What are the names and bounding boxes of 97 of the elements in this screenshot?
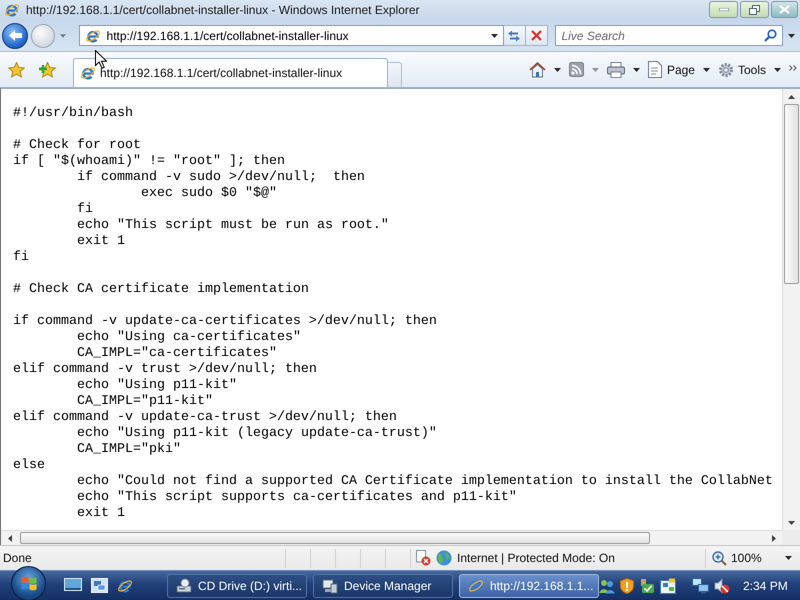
code-line: fi — [13, 250, 29, 266]
caret-icon[interactable] — [632, 68, 640, 72]
up-arrow-icon[interactable] — [788, 94, 795, 98]
page-icon — [648, 61, 663, 78]
caret-icon — [788, 34, 796, 38]
address-bar[interactable]: http://192.168.1.1/cert/collabnet-installer-linux — [78, 25, 504, 46]
close-icon — [779, 5, 790, 14]
refresh-icon — [507, 30, 522, 42]
caret-icon[interactable] — [785, 556, 792, 560]
code-line: #!/usr/bin/bash — [13, 106, 133, 122]
browser-logo-icon — [80, 65, 96, 81]
back-button[interactable] — [2, 22, 28, 48]
scrollbar-thumb[interactable] — [784, 104, 799, 284]
caret-icon[interactable] — [490, 34, 498, 38]
home-icon[interactable] — [528, 62, 546, 78]
code-line: elif command -v update-ca-trust >/dev/null; then — [13, 410, 397, 426]
code-line: fi — [77, 202, 93, 218]
code-line: exit 1 — [77, 506, 125, 522]
switch-windows-icon[interactable] — [91, 578, 108, 593]
gear-icon — [718, 62, 734, 78]
scrollbar-corner — [782, 530, 800, 545]
stop-icon — [531, 30, 542, 41]
stop-button[interactable] — [526, 25, 548, 46]
window-title: http://192.168.1.1/cert/collabnet-installer-linux - Windows Internet Explorer — [26, 3, 421, 17]
code-line: # Check CA certificate implementation — [13, 282, 309, 298]
search-icon[interactable] — [764, 29, 778, 42]
down-arrow-icon[interactable] — [788, 520, 795, 524]
address-input[interactable]: http://192.168.1.1/cert/collabnet-installer-linux — [106, 28, 485, 42]
code-line: echo "Using ca-certificates" — [77, 330, 301, 346]
code-line: echo "This script must be run as root." — [77, 218, 389, 234]
blocked-page-icon[interactable] — [415, 550, 431, 566]
caret-icon[interactable] — [554, 68, 561, 72]
right-arrow-icon[interactable] — [772, 534, 776, 542]
windows-logo-icon — [20, 576, 36, 591]
left-arrow-icon[interactable] — [8, 534, 12, 542]
volume-muted-icon[interactable] — [714, 578, 730, 594]
start-button[interactable] — [11, 566, 46, 600]
clock-text: 2:34 PM — [743, 578, 788, 592]
caret-icon[interactable] — [702, 68, 710, 72]
code-line: elif command -v trust >/dev/null; then — [13, 362, 317, 378]
search-input[interactable]: Live Search — [561, 28, 758, 42]
add-star-icon[interactable] — [39, 62, 57, 78]
restore-icon — [749, 4, 760, 14]
star-icon[interactable] — [8, 62, 25, 78]
code-line: if command -v sudo >/dev/null; then — [77, 170, 365, 186]
chevron-icon[interactable] — [789, 65, 797, 71]
check-icon[interactable] — [639, 578, 655, 594]
caret-icon[interactable] — [774, 68, 781, 72]
code-line: echo "This script supports ca-certificates and p11-kit" — [77, 490, 517, 506]
code-line: else — [13, 458, 45, 474]
refresh-button[interactable] — [504, 25, 526, 46]
horizontal-scrollbar[interactable] — [1, 530, 782, 545]
printer-icon[interactable] — [606, 62, 625, 78]
search-bar[interactable]: Live Search — [555, 25, 784, 46]
browser-tab[interactable]: http://192.168.1.1/cert/collabnet-installer-linux — [73, 58, 388, 87]
code-line: exit 1 — [77, 234, 125, 250]
scrollbar-thumb[interactable] — [20, 532, 650, 544]
code-line: # Check for root — [13, 138, 141, 154]
network-icon[interactable] — [692, 578, 709, 594]
browser-logo-icon — [117, 578, 133, 594]
feed-icon[interactable] — [568, 62, 584, 77]
shield-warning-icon[interactable] — [620, 578, 634, 594]
people-icon[interactable] — [599, 578, 615, 594]
code-line: exec sudo $0 "$@" — [141, 186, 277, 202]
app-window-icon[interactable] — [660, 578, 676, 594]
globe-icon — [436, 550, 452, 566]
browser-logo-icon — [468, 578, 484, 594]
computer-icon — [322, 578, 338, 594]
security-zone-text: Internet | Protected Mode: On — [457, 551, 615, 565]
taskbar-button[interactable]: CD Drive (D:) virti... — [167, 574, 307, 598]
status-text: Done — [2, 551, 33, 565]
zoom-button[interactable]: 100% — [712, 550, 762, 566]
vertical-scrollbar[interactable] — [782, 89, 800, 530]
drive-icon — [176, 578, 192, 594]
browser-logo-icon — [4, 2, 20, 18]
caret-icon — [60, 34, 66, 38]
code-line: echo "Using p11-kit" — [77, 378, 237, 394]
code-line: echo "Using p11-kit (legacy update-ca-trust)" — [77, 426, 437, 442]
minimize-button[interactable] — [709, 1, 738, 18]
code-line: if command -v update-ca-certificates >/dev/null; then — [13, 314, 437, 330]
minimize-icon — [718, 8, 728, 11]
left-arrow-icon — [8, 30, 22, 41]
browser-logo-icon — [84, 28, 101, 44]
page-menu-button[interactable]: Page — [648, 61, 695, 78]
taskbar-button[interactable]: Device Manager — [313, 574, 453, 598]
code-line: CA_IMPL="pki" — [77, 442, 181, 458]
mouse-pointer-icon — [95, 50, 107, 69]
tools-menu-button[interactable]: Tools — [718, 62, 766, 78]
code-line: echo "Could not find a supported CA Certificate implementation to install the CollabNet — [77, 474, 773, 490]
close-button[interactable] — [771, 1, 798, 18]
code-line: CA_IMPL="ca-certificates" — [77, 346, 277, 362]
zoom-in-icon — [712, 550, 727, 566]
restore-button[interactable] — [740, 1, 769, 18]
code-line: if [ "$(whoami)" != "root" ]; then — [13, 154, 285, 170]
taskbar-button[interactable]: http://192.168.1.1... — [459, 574, 599, 598]
show-desktop-icon[interactable] — [64, 578, 82, 593]
code-line: CA_IMPL="p11-kit" — [77, 394, 213, 410]
